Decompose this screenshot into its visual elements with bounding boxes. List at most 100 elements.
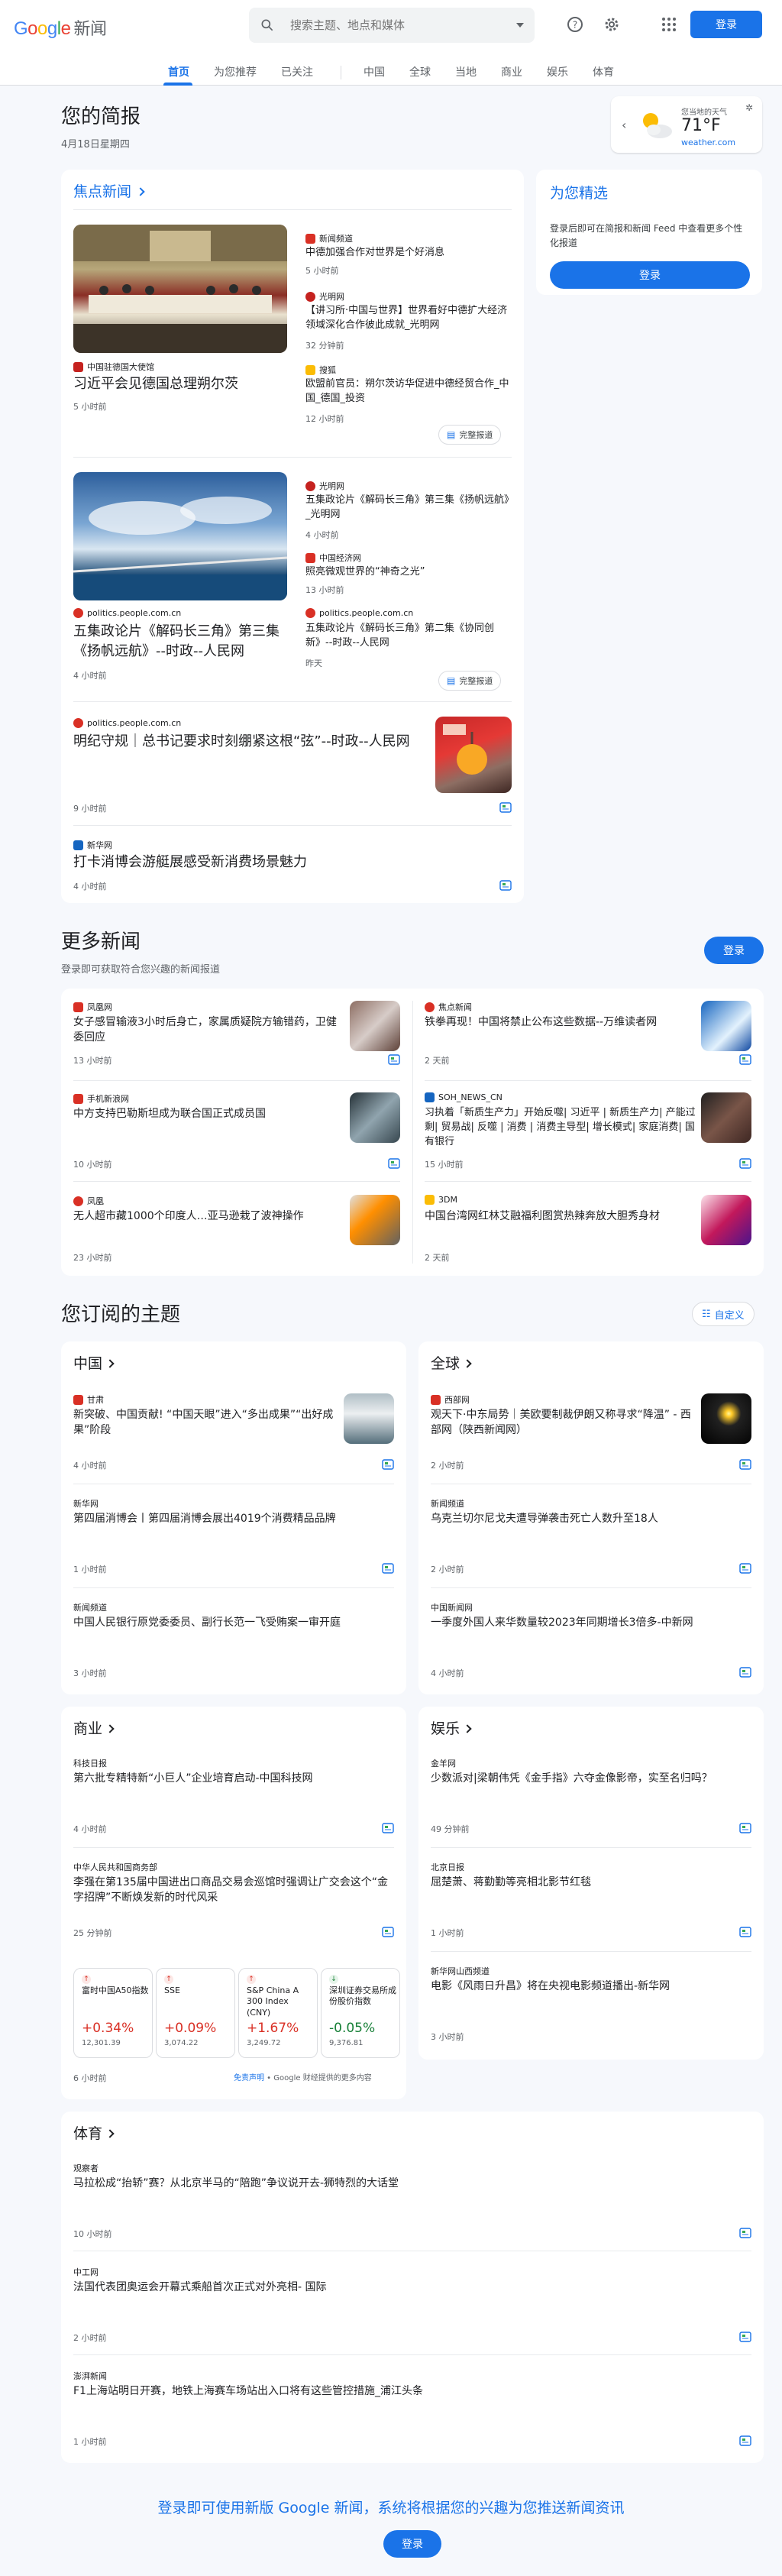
story-headline[interactable]: 打卡消博会游艇展感受新消费场景魅力 <box>73 853 501 872</box>
market-tile[interactable]: ↓ 深圳证券交易所成份股价指数 -0.05% 9,376.81 <box>321 1968 400 2058</box>
google-news-logo[interactable]: Google 新闻 <box>14 15 107 40</box>
weather-source-link[interactable]: weather.com <box>681 138 735 147</box>
tab-business[interactable]: 商业 <box>501 64 522 79</box>
story-headline[interactable]: 第六批专精特新“小巨人”企业培育启动-中国科技网 <box>73 1771 394 1786</box>
footer-sign-in-button[interactable]: 登录 <box>383 2530 441 2558</box>
share-icon[interactable] <box>739 1054 751 1065</box>
search-options-dropdown-icon[interactable] <box>516 23 524 28</box>
story-headline[interactable]: 一季度外国人来华数量较2023年同期增长3倍多-中新网 <box>431 1615 736 1630</box>
share-icon[interactable] <box>739 2435 751 2446</box>
apps-icon[interactable] <box>660 15 678 34</box>
top-stories-link[interactable]: 焦点新闻 <box>73 180 145 201</box>
topic-business-link[interactable]: 商业 <box>73 1717 115 1738</box>
tab-china[interactable]: 中国 <box>364 64 385 79</box>
story-headline[interactable]: 少数派对|梁朝伟凭《金手指》六夺金像影帝，实至名归吗？ <box>431 1771 736 1786</box>
story-headline[interactable]: 习执着「新质生产力」开始反噬| 习近平 | 新质生产力| 产能过剩| 贸易战| … <box>425 1106 700 1150</box>
story-headline[interactable]: 中国台湾网红林艾融福利图赏热辣奔放大胆秀身材 <box>425 1209 695 1224</box>
story-time: 昨天 <box>305 659 322 668</box>
story-headline[interactable]: 马拉松成“抬轿”赛？从北京半马的“陪跑”争议说开去-狮特烈的大话堂 <box>73 2176 745 2191</box>
share-icon[interactable] <box>499 802 512 813</box>
market-tile[interactable]: ↑ S&P China A 300 Index (CNY) +1.67% 3,2… <box>238 1968 318 2058</box>
share-icon[interactable] <box>382 1927 394 1937</box>
settings-icon[interactable] <box>603 15 621 34</box>
story-thumbnail[interactable] <box>350 1001 400 1051</box>
topic-world-link[interactable]: 全球 <box>431 1352 472 1373</box>
topic-china-link[interactable]: 中国 <box>73 1352 115 1373</box>
story-thumbnail[interactable] <box>701 1001 751 1051</box>
share-icon[interactable] <box>388 1054 400 1065</box>
market-tile[interactable]: ↑ 富时中国A50指数 +0.34% 12,301.39 <box>73 1968 153 2058</box>
tab-following[interactable]: 已关注 <box>281 64 313 79</box>
story-thumbnail[interactable] <box>701 1195 751 1245</box>
share-icon[interactable] <box>739 1158 751 1169</box>
share-icon[interactable] <box>382 1459 394 1470</box>
story-headline[interactable]: 乌克兰切尔尼戈夫遭导弹袭击死亡人数升至18人 <box>431 1511 751 1526</box>
story-thumbnail[interactable] <box>350 1092 400 1143</box>
share-icon[interactable] <box>739 1563 751 1574</box>
weather-widget[interactable]: ‹ 您当地的天气 71°F weather.com ✲ <box>611 96 762 153</box>
tab-sports[interactable]: 体育 <box>593 64 614 79</box>
topic-entertainment-link[interactable]: 娱乐 <box>431 1717 472 1738</box>
chevron-left-icon[interactable]: ‹ <box>622 118 626 132</box>
tab-home[interactable]: 首页 <box>168 64 189 79</box>
share-icon[interactable] <box>739 2332 751 2342</box>
story-headline[interactable]: 法国代表团奥运会开幕式乘船首次正式对外亮相- 国际 <box>73 2280 745 2295</box>
story-thumbnail[interactable] <box>344 1393 394 1444</box>
tab-entertainment[interactable]: 娱乐 <box>547 64 568 79</box>
story-headline[interactable]: 照亮微观世界的“神奇之光” <box>305 565 512 580</box>
search-bar[interactable] <box>249 8 535 43</box>
weather-temp: 71°F <box>681 116 721 135</box>
weather-settings-icon[interactable]: ✲ <box>745 102 753 113</box>
story-headline[interactable]: 习近平会见德国总理朔尔茨 <box>73 374 287 394</box>
tab-for-you[interactable]: 为您推荐 <box>214 64 257 79</box>
story-headline[interactable]: 五集政论片《解码长三角》第二集《协同创新》--时政--人民网 <box>305 622 512 651</box>
search-input[interactable] <box>290 17 496 34</box>
full-coverage-button[interactable]: ▤ 完整报道 <box>438 425 502 445</box>
story-headline[interactable]: F1上海站明日开赛，地铁上海赛车场站出入口将有这些管控措施_浦江头条 <box>73 2383 745 2399</box>
tab-local[interactable]: 当地 <box>455 64 477 79</box>
story-headline[interactable]: 五集政论片《解码长三角》第三集《扬帆远航》--时政--人民网 <box>73 622 295 662</box>
help-icon[interactable]: ? <box>566 15 584 34</box>
share-icon[interactable] <box>382 1823 394 1833</box>
story-headline[interactable]: 女子感冒输液3小时后身亡，家属质疑院方输错药，卫健委回应 <box>73 1015 344 1046</box>
share-icon[interactable] <box>739 2228 751 2238</box>
story-headline[interactable]: 第四届消博会丨第四届消博会展出4019个消费精品品牌 <box>73 1511 394 1526</box>
full-coverage-button[interactable]: ▤ 完整报道 <box>438 671 502 691</box>
share-icon[interactable] <box>739 1823 751 1833</box>
story-headline[interactable]: 铁拳再现！中国将禁止公布这些数据--万维读者网 <box>425 1015 695 1030</box>
story-headline[interactable]: 电影《风雨日升昌》将在央视电影频道播出-新华网 <box>431 1979 751 1994</box>
sign-in-button[interactable]: 登录 <box>690 11 762 38</box>
story-headline[interactable]: 五集政论片《解码长三角》第三集《扬帆远航》_光明网 <box>305 494 512 523</box>
story-thumbnail[interactable] <box>350 1195 400 1245</box>
story-headline[interactable]: 中德加强合作对世界是个好消息 <box>305 246 512 261</box>
story-headline[interactable]: 明纪守规｜总书记要求时刻绷紧这根“弦”--时政--人民网 <box>73 732 432 752</box>
share-icon[interactable] <box>739 1459 751 1470</box>
story-image-bridge[interactable] <box>73 472 287 600</box>
story-thumbnail[interactable] <box>701 1393 751 1444</box>
story-thumbnail[interactable] <box>435 717 512 793</box>
for-you-sign-in-button[interactable]: 登录 <box>550 261 750 289</box>
share-icon[interactable] <box>739 1667 751 1678</box>
story-headline[interactable]: 观天下·中东局势｜美欧要制裁伊朗又称寻求“降温” - 西部网（陕西新闻网） <box>431 1407 698 1438</box>
story-headline[interactable]: 李强在第135届中国进出口商品交易会巡馆时强调让广交会这个“金字招牌”不断焕发新… <box>73 1875 394 1906</box>
source-name: 新华网 <box>73 1499 99 1509</box>
share-icon[interactable] <box>382 1563 394 1574</box>
story-image-meeting[interactable] <box>73 225 287 353</box>
share-icon[interactable] <box>739 1927 751 1937</box>
more-news-sign-in-button[interactable]: 登录 <box>704 937 764 964</box>
story-headline[interactable]: 中方支持巴勒斯坦成为联合国正式成员国 <box>73 1106 344 1121</box>
story-headline[interactable]: 新突破、中国贡献! “中国天眼”进入“多出成果”“出好成果”阶段 <box>73 1407 341 1438</box>
market-tile[interactable]: ↑ SSE +0.09% 3,074.22 <box>156 1968 235 2058</box>
topic-sports-link[interactable]: 体育 <box>73 2122 115 2143</box>
story-headline[interactable]: 欧盟前官员：朔尔茨访华促进中德经贸合作_中国_德国_投资 <box>305 377 512 406</box>
share-icon[interactable] <box>388 1158 400 1169</box>
customize-button[interactable]: ☷ 自定义 <box>692 1302 755 1326</box>
disclaimer-link[interactable]: 免责声明 <box>234 2074 264 2082</box>
story-headline[interactable]: 无人超市藏1000个印度人…亚马逊栽了波神操作 <box>73 1209 344 1224</box>
story-thumbnail[interactable] <box>701 1092 751 1143</box>
share-icon[interactable] <box>499 880 512 891</box>
story-headline[interactable]: 【讲习所·中国与世界】世界看好中德扩大经济领域深化合作彼此成就_光明网 <box>305 304 512 333</box>
story-headline[interactable]: 中国人民银行原党委委员、副行长范一飞受贿案一审开庭 <box>73 1615 379 1630</box>
tab-world[interactable]: 全球 <box>409 64 431 79</box>
story-headline[interactable]: 屈楚萧、蒋勤勤等亮相北影节红毯 <box>431 1875 751 1890</box>
